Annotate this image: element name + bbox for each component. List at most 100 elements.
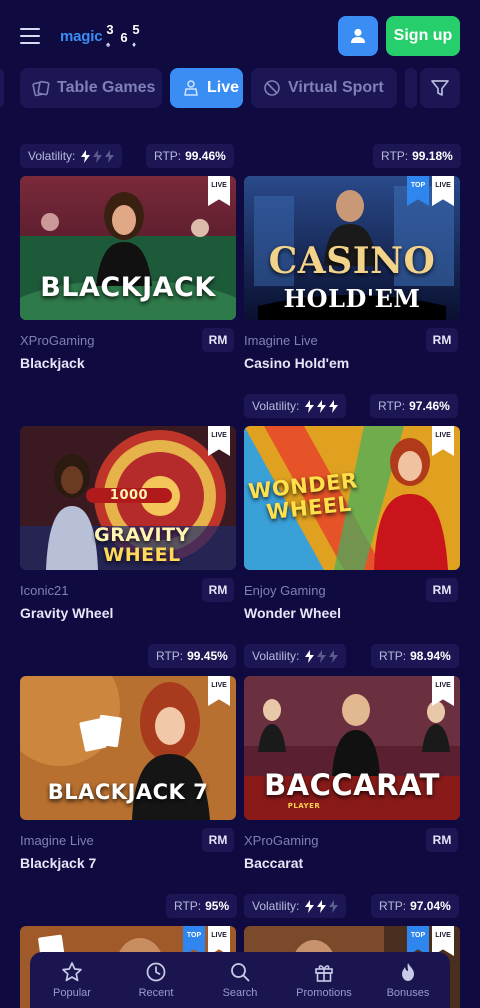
game-art-subtitle: HOLD'EM <box>283 284 421 313</box>
nav-label: Promotions <box>296 987 352 999</box>
star-icon <box>62 962 82 982</box>
game-name[interactable]: Blackjack <box>20 355 85 371</box>
real-money-badge: RM <box>202 328 234 352</box>
rtp-pill: RTP: 97.04% <box>371 894 459 918</box>
game-name[interactable]: Baccarat <box>244 855 303 871</box>
tab-table-games[interactable]: Table Games <box>20 68 162 108</box>
game-card-image[interactable]: BLACKJACK 7 LIVE <box>20 676 236 820</box>
game-provider: Iconic21 <box>20 583 69 598</box>
bottom-nav: Popular Recent Search Promotions Bonuses <box>30 952 450 1008</box>
volatility-pill: Volatility: <box>244 894 347 918</box>
volatility-pill: Volatility: <box>244 644 347 668</box>
logo-suits-icon: ♠ ♦ <box>106 40 136 49</box>
volatility-pill: Volatility: <box>20 144 123 168</box>
logo-digit: 5 <box>132 22 140 37</box>
rtp-value: 99.18% <box>412 149 453 163</box>
rtp-pill: RTP: 99.18% <box>373 144 461 168</box>
rtp-pill: RTP: 99.46% <box>146 144 234 168</box>
logo[interactable]: magic 3 6 5 ♠ ♦ <box>60 22 142 50</box>
bolt-icon <box>317 649 327 663</box>
flame-icon <box>402 963 414 981</box>
rtp-value: 95% <box>205 899 230 913</box>
game-name[interactable]: Casino Hold'em <box>244 355 349 371</box>
real-money-badge: RM <box>426 828 458 852</box>
rtp-pill: RTP: 98.94% <box>371 644 459 668</box>
nav-promotions[interactable]: Promotions <box>282 952 366 1008</box>
logo-digits: 3 6 5 ♠ ♦ <box>104 22 142 50</box>
rtp-label: RTP: <box>379 649 407 663</box>
tab-live[interactable]: Live <box>170 68 243 108</box>
volatility-bolts <box>305 899 339 913</box>
cards-icon <box>32 79 50 97</box>
tab-virtual-sport[interactable]: Virtual Sport <box>251 68 397 108</box>
game-card-image[interactable]: 1000 GRAVITY WHEEL LIVE <box>20 426 236 570</box>
nav-search[interactable]: Search <box>198 952 282 1008</box>
top-header: magic 3 6 5 ♠ ♦ Sign up <box>0 0 480 70</box>
rtp-value: 99.46% <box>185 149 226 163</box>
real-money-badge: RM <box>202 578 234 602</box>
bolt-icon <box>317 899 327 913</box>
game-provider: XProGaming <box>244 833 319 848</box>
nav-bonuses[interactable]: Bonuses <box>366 952 450 1008</box>
ball-icon <box>263 79 281 97</box>
rtp-label: RTP: <box>381 149 409 163</box>
game-card-image[interactable]: BACCARAT PLAYER LIVE <box>244 676 460 820</box>
volatility-label: Volatility: <box>252 649 300 663</box>
game-name[interactable]: Gravity Wheel <box>20 605 113 621</box>
bolt-icon <box>81 149 91 163</box>
game-provider: Imagine Live <box>244 333 318 348</box>
tab-partial[interactable] <box>405 68 417 108</box>
rtp-pill: RTP: 97.46% <box>370 394 458 418</box>
rtp-label: RTP: <box>174 899 202 913</box>
tab-label: Live <box>207 79 240 96</box>
volatility-label: Volatility: <box>28 149 76 163</box>
nav-label: Search <box>222 987 258 999</box>
real-money-badge: RM <box>426 328 458 352</box>
game-card-image[interactable]: BLACKJACK LIVE <box>20 176 236 320</box>
rtp-label: RTP: <box>156 649 184 663</box>
game-provider: XProGaming <box>20 333 95 348</box>
game-name[interactable]: Blackjack 7 <box>20 855 96 871</box>
volatility-pill: Volatility: <box>244 394 347 418</box>
nav-popular[interactable]: Popular <box>30 952 114 1008</box>
game-art-title: GRAVITY <box>94 524 190 546</box>
game-provider: Enjoy Gaming <box>244 583 326 598</box>
rtp-value: 97.46% <box>409 399 450 413</box>
nav-label: Recent <box>138 987 174 999</box>
bolt-icon <box>93 149 103 163</box>
rtp-label: RTP: <box>379 899 407 913</box>
menu-icon[interactable] <box>20 28 40 44</box>
rtp-label: RTP: <box>378 399 406 413</box>
game-name[interactable]: Wonder Wheel <box>244 605 341 621</box>
clock-icon <box>146 962 166 982</box>
game-card-image[interactable]: WONDER WHEEL LIVE <box>244 426 460 570</box>
signup-button[interactable]: Sign up <box>386 16 460 56</box>
volatility-label: Volatility: <box>252 399 300 413</box>
bolt-icon <box>305 399 315 413</box>
game-card-image[interactable]: CASINO HOLD'EM TOP LIVE <box>244 176 460 320</box>
user-icon <box>351 28 365 43</box>
bolt-icon <box>305 649 315 663</box>
bolt-icon <box>305 899 315 913</box>
filter-button[interactable] <box>420 68 460 108</box>
bolt-icon <box>329 899 339 913</box>
nav-label: Bonuses <box>386 987 430 999</box>
rtp-value: 98.94% <box>410 649 451 663</box>
volatility-bolts <box>305 649 339 663</box>
tab-label: Virtual Sport <box>288 79 384 96</box>
volatility-label: Volatility: <box>252 899 300 913</box>
bolt-icon <box>329 649 339 663</box>
search-icon <box>231 963 250 982</box>
game-art-title: BLACKJACK <box>40 272 216 303</box>
gift-icon <box>315 965 333 982</box>
svg-text:♦: ♦ <box>132 40 136 49</box>
filter-icon <box>431 80 449 96</box>
logo-word: magic <box>60 27 103 45</box>
tab-partial[interactable] <box>0 68 4 108</box>
game-art-number: 1000 <box>86 488 172 503</box>
nav-recent[interactable]: Recent <box>114 952 198 1008</box>
logo-digit: 3 <box>106 22 114 37</box>
rtp-value: 97.04% <box>410 899 451 913</box>
volatility-bolts <box>81 149 115 163</box>
user-button[interactable] <box>338 16 378 56</box>
